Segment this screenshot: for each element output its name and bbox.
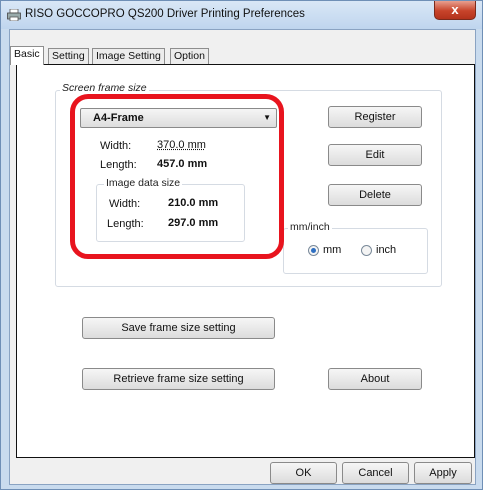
- tab-basic[interactable]: Basic: [10, 46, 44, 65]
- about-button[interactable]: About: [328, 368, 422, 390]
- mm-radio-label: mm: [323, 244, 342, 256]
- image-data-group: [96, 184, 245, 242]
- cancel-button[interactable]: Cancel: [342, 462, 409, 484]
- tab-setting[interactable]: Setting: [48, 48, 89, 64]
- tab-option[interactable]: Option: [170, 48, 209, 64]
- retrieve-frame-size-button[interactable]: Retrieve frame size setting: [82, 368, 275, 390]
- edit-button[interactable]: Edit: [328, 144, 422, 166]
- apply-button[interactable]: Apply: [414, 462, 472, 484]
- screen-frame-group-label: Screen frame size: [60, 82, 149, 94]
- window-title: RISO GOCCOPRO QS200 Driver Printing Pref…: [25, 8, 305, 20]
- inch-radio[interactable]: [361, 245, 372, 256]
- units-group: [283, 228, 428, 274]
- frame-length-label: Length:: [100, 159, 137, 171]
- save-frame-size-button[interactable]: Save frame size setting: [82, 317, 275, 339]
- units-group-label: mm/inch: [288, 221, 332, 233]
- close-button[interactable]: x: [434, 1, 476, 20]
- image-length-label: Length:: [107, 218, 144, 230]
- frame-size-select[interactable]: A4-Frame ▼: [80, 108, 277, 128]
- register-button[interactable]: Register: [328, 106, 422, 128]
- frame-width-label: Width:: [100, 140, 132, 152]
- frame-size-selected: A4-Frame: [93, 112, 144, 124]
- printer-icon: [7, 9, 21, 21]
- close-icon: x: [451, 2, 459, 17]
- frame-length-value: 457.0 mm: [157, 158, 208, 170]
- ok-button[interactable]: OK: [270, 462, 337, 484]
- image-data-group-label: Image data size: [104, 177, 183, 189]
- tab-image-setting[interactable]: Image Setting: [92, 48, 165, 64]
- delete-button[interactable]: Delete: [328, 184, 422, 206]
- title-bar[interactable]: RISO GOCCOPRO QS200 Driver Printing Pref…: [1, 1, 482, 29]
- image-width-value: 210.0 mm: [168, 197, 219, 209]
- image-length-value: 297.0 mm: [168, 217, 219, 229]
- image-width-label: Width:: [109, 198, 141, 210]
- inch-radio-label: inch: [376, 244, 397, 256]
- frame-width-value: 370.0 mm: [157, 139, 206, 151]
- chevron-down-icon: ▼: [263, 113, 271, 122]
- mm-radio[interactable]: [308, 245, 319, 256]
